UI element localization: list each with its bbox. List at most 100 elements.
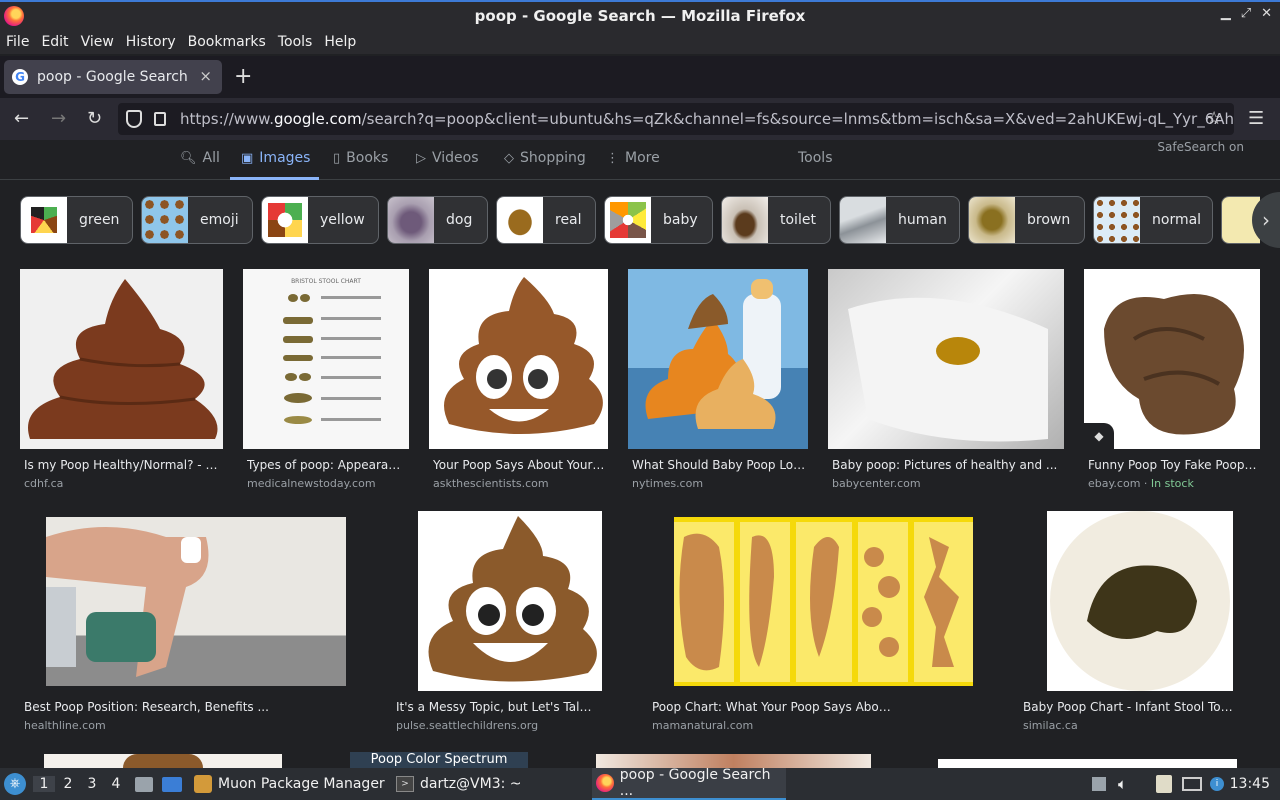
tab-more[interactable]: ⋮ More bbox=[606, 150, 660, 166]
workspace-3[interactable]: 3 bbox=[81, 776, 103, 792]
forward-arrow-icon[interactable]: → bbox=[51, 108, 66, 129]
tray-notifications[interactable]: i bbox=[1210, 768, 1224, 800]
tray-updates[interactable] bbox=[1092, 768, 1106, 800]
result-image[interactable] bbox=[938, 759, 1237, 768]
chip-yellow[interactable]: yellow bbox=[261, 196, 379, 244]
menu-help[interactable]: Help bbox=[324, 34, 356, 50]
menu-view[interactable]: View bbox=[81, 34, 114, 50]
result-image[interactable] bbox=[46, 517, 346, 686]
tools-button[interactable]: Tools bbox=[798, 150, 833, 166]
workspace-2[interactable]: 2 bbox=[57, 776, 79, 792]
result-caption[interactable]: What Should Baby Poop Look... bbox=[632, 458, 808, 472]
result-image[interactable]: BRISTOL STOOL CHART bbox=[243, 269, 409, 449]
restore-icon[interactable]: ⤢ bbox=[1241, 6, 1251, 21]
result-caption[interactable]: Funny Poop Toy Fake Poop P... bbox=[1088, 458, 1260, 472]
tray-volume[interactable]: 🔈︎ bbox=[1118, 768, 1127, 800]
safesearch-toggle[interactable]: SafeSearch on bbox=[1157, 140, 1244, 154]
window-controls: ▁ ⤢ ✕ bbox=[1221, 6, 1272, 21]
tab-videos[interactable]: ▷ Videos bbox=[416, 150, 479, 166]
result-caption[interactable]: Baby poop: Pictures of healthy and ... bbox=[832, 458, 1064, 472]
chip-normal[interactable]: normal bbox=[1093, 196, 1213, 244]
result-image[interactable] bbox=[828, 269, 1064, 449]
chip-thumb bbox=[840, 197, 886, 243]
menu-tools[interactable]: Tools bbox=[278, 34, 313, 50]
result-caption[interactable]: Best Poop Position: Research, Benefits .… bbox=[24, 700, 334, 714]
result-source[interactable]: babycenter.com bbox=[832, 477, 921, 490]
chip-human[interactable]: human bbox=[839, 196, 960, 244]
result-image[interactable] bbox=[674, 517, 973, 686]
minimize-icon[interactable]: ▁ bbox=[1221, 6, 1231, 21]
chip-toilet[interactable]: toilet bbox=[721, 196, 831, 244]
result-image[interactable] bbox=[20, 269, 223, 449]
chip-dog[interactable]: dog bbox=[387, 196, 488, 244]
workspace-1[interactable]: 1 bbox=[33, 776, 55, 792]
result-image[interactable] bbox=[429, 269, 608, 449]
result-image[interactable] bbox=[596, 754, 871, 768]
tray-network[interactable] bbox=[1182, 768, 1202, 800]
result-source[interactable]: nytimes.com bbox=[632, 477, 703, 490]
result-image[interactable]: ◆ bbox=[1084, 269, 1260, 449]
tab-images[interactable]: ▣ Images bbox=[241, 150, 310, 166]
menu-history[interactable]: History bbox=[126, 34, 176, 50]
result-source[interactable]: cdhf.ca bbox=[24, 477, 63, 490]
url-path: /search?q=poop&client=ubuntu&hs=qZk&chan… bbox=[361, 110, 1234, 128]
taskbar-app-muon-label: Muon Package Manager bbox=[218, 776, 385, 792]
taskbar-app-terminal-label: dartz@VM3: ~ bbox=[420, 776, 522, 792]
url-bar[interactable]: https://www. google.com/search?q=poop&cli… bbox=[118, 103, 1234, 135]
chip-brown[interactable]: brown bbox=[968, 196, 1085, 244]
result-caption[interactable]: Types of poop: Appearanc... bbox=[247, 458, 407, 472]
result-caption[interactable]: Baby Poop Chart - Infant Stool Tool ... bbox=[1023, 700, 1239, 714]
result-source[interactable]: mamanatural.com bbox=[652, 719, 753, 732]
taskbar-app-muon[interactable]: Muon Package Manager bbox=[194, 768, 385, 800]
tab-images-label: Images bbox=[259, 150, 311, 166]
result-image[interactable] bbox=[44, 754, 282, 768]
tab-shopping[interactable]: ◇ Shopping bbox=[504, 150, 586, 166]
chip-green[interactable]: green bbox=[20, 196, 133, 244]
result-source[interactable]: ebay.com · In stock bbox=[1088, 477, 1194, 490]
result-caption[interactable]: Is my Poop Healthy/Normal? - Ca... bbox=[24, 458, 220, 472]
chip-thumb bbox=[969, 197, 1015, 243]
result-source[interactable]: healthline.com bbox=[24, 719, 106, 732]
new-tab-button[interactable]: + bbox=[234, 64, 252, 89]
reload-icon[interactable]: ↻ bbox=[87, 108, 102, 129]
close-window-icon[interactable]: ✕ bbox=[1261, 6, 1272, 21]
result-source[interactable]: medicalnewstoday.com bbox=[247, 477, 376, 490]
browser-tab[interactable]: G poop - Google Search × bbox=[4, 60, 222, 94]
window-title: poop - Google Search — Mozilla Firefox bbox=[474, 7, 806, 25]
chip-baby[interactable]: baby bbox=[604, 196, 713, 244]
result-image[interactable]: Poop Color Spectrum bbox=[350, 752, 528, 768]
menu-bookmarks[interactable]: Bookmarks bbox=[188, 34, 266, 50]
result-image[interactable] bbox=[1047, 511, 1233, 691]
start-menu-button[interactable]: ⎈ bbox=[4, 768, 26, 800]
workspace-4[interactable]: 4 bbox=[105, 776, 127, 792]
result-caption[interactable]: It's a Messy Topic, but Let's Talk ... bbox=[396, 700, 592, 714]
tab-all[interactable]: 🔍︎ All bbox=[180, 150, 220, 166]
tray-clipboard[interactable] bbox=[1156, 768, 1172, 800]
result-image[interactable] bbox=[628, 269, 808, 449]
tab-books[interactable]: ▯ Books bbox=[333, 150, 388, 166]
clock[interactable]: 13:45 bbox=[1230, 776, 1270, 792]
taskbar-app-firefox[interactable]: poop - Google Search ... bbox=[592, 767, 786, 800]
chip-emoji[interactable]: emoji bbox=[141, 196, 253, 244]
result-source[interactable]: askthescientists.com bbox=[433, 477, 549, 490]
desktop-launcher[interactable] bbox=[162, 768, 182, 800]
result-source[interactable]: similac.ca bbox=[1023, 719, 1078, 732]
menu-edit[interactable]: Edit bbox=[41, 34, 68, 50]
result-source[interactable]: pulse.seattlechildrens.org bbox=[396, 719, 538, 732]
tab-close-icon[interactable]: × bbox=[199, 67, 212, 85]
bookmark-star-icon[interactable]: ☆ bbox=[1206, 108, 1222, 129]
back-arrow-icon[interactable]: ← bbox=[14, 108, 29, 129]
result-image[interactable] bbox=[418, 511, 602, 691]
lock-icon[interactable] bbox=[154, 112, 166, 126]
chip-real[interactable]: real bbox=[496, 196, 596, 244]
file-manager-launcher[interactable] bbox=[135, 768, 153, 800]
tracking-shield-icon[interactable] bbox=[126, 110, 142, 128]
hamburger-menu-icon[interactable]: ☰ bbox=[1248, 108, 1264, 129]
result-caption[interactable]: Poop Chart: What Your Poop Says About ..… bbox=[652, 700, 898, 714]
menu-file[interactable]: File bbox=[6, 34, 29, 50]
shopping-tag-icon: ◆ bbox=[1084, 423, 1114, 449]
eject-icon bbox=[1092, 777, 1106, 791]
result-caption[interactable]: Your Poop Says About Your H... bbox=[433, 458, 608, 472]
taskbar-app-terminal[interactable]: > dartz@VM3: ~ bbox=[396, 768, 522, 800]
terminal-icon: > bbox=[396, 776, 414, 792]
